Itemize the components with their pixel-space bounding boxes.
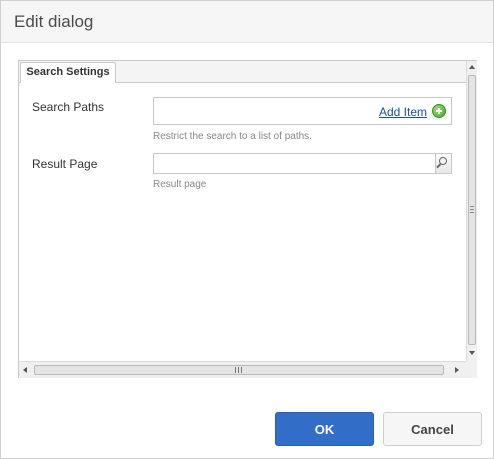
cancel-button[interactable]: Cancel	[383, 412, 482, 446]
result-page-hint: Result page	[153, 179, 207, 190]
search-paths-hint: Restrict the search to a list of paths.	[153, 131, 312, 142]
search-paths-label: Search Paths	[32, 100, 105, 114]
edit-dialog: Edit dialog Search Settings Search Paths…	[0, 0, 494, 459]
scroll-down-icon[interactable]	[469, 351, 475, 355]
search-paths-multifield: Add Item	[153, 97, 452, 125]
add-item-link[interactable]: Add Item	[379, 105, 427, 119]
dialog-title: Edit dialog	[14, 12, 94, 31]
scroll-right-icon[interactable]	[455, 367, 459, 373]
grip-icon	[470, 206, 474, 213]
dialog-titlebar[interactable]: Edit dialog	[1, 1, 493, 43]
scroll-up-icon[interactable]	[469, 65, 475, 69]
result-page-field[interactable]	[153, 153, 452, 174]
scroll-left-icon[interactable]	[23, 367, 27, 373]
path-browse-trigger[interactable]	[435, 154, 451, 173]
tab-strip: Search Settings	[19, 61, 466, 84]
plus-circle-icon[interactable]	[432, 104, 446, 118]
tab-panel: Search Settings Search Paths Add Item Re…	[18, 60, 477, 378]
search-icon	[439, 157, 447, 165]
scrollbar-corner	[466, 361, 477, 378]
grip-icon	[235, 367, 242, 373]
horizontal-scrollbar[interactable]	[19, 361, 466, 378]
horizontal-scroll-thumb[interactable]	[34, 365, 444, 375]
tab-search-settings[interactable]: Search Settings	[20, 62, 116, 84]
ok-button[interactable]: OK	[275, 412, 374, 446]
vertical-scrollbar[interactable]	[466, 61, 477, 361]
tab-content: Search Paths Add Item Restrict the searc…	[19, 83, 466, 361]
vertical-scroll-thumb[interactable]	[468, 75, 476, 345]
result-page-label: Result Page	[32, 157, 98, 171]
